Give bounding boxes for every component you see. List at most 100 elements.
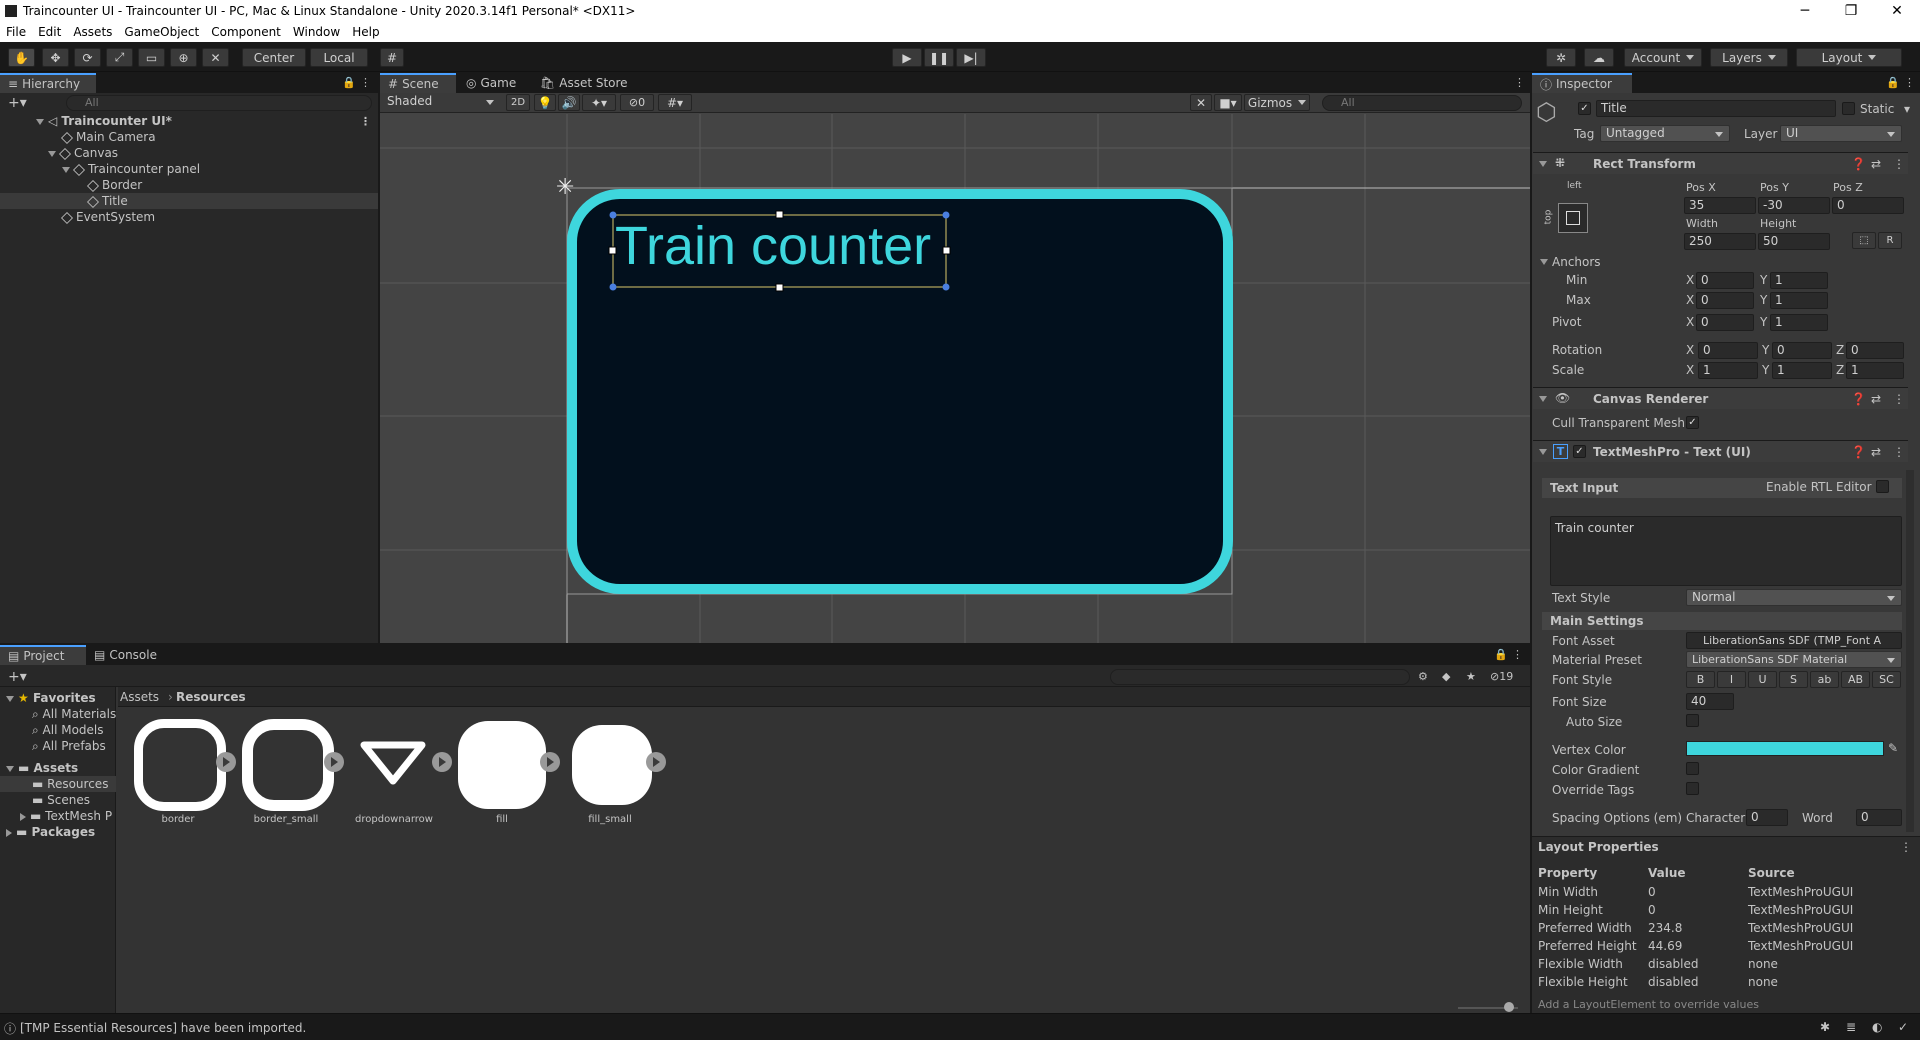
anchor-gizmo-icon[interactable]: ✳ <box>556 175 574 200</box>
font-size-input[interactable]: 40 <box>1686 693 1734 710</box>
zoom-slider-thumb[interactable] <box>1504 1002 1514 1012</box>
move-tool-icon[interactable]: ✥ <box>42 48 69 67</box>
tab-project[interactable]: ▤ Project <box>0 645 86 665</box>
minimize-icon[interactable]: ─ <box>1782 3 1828 19</box>
font-style-smallcaps-button[interactable]: SC <box>1872 671 1901 688</box>
text-style-dropdown[interactable]: Normal <box>1686 589 1902 606</box>
menu-window[interactable]: Window <box>287 25 346 39</box>
maximize-icon[interactable]: ❐ <box>1828 3 1874 19</box>
posy-input[interactable]: -30 <box>1758 197 1830 214</box>
layout-properties-menu-icon[interactable]: ⋮ <box>1900 840 1912 854</box>
object-name-input[interactable]: Title <box>1596 100 1836 117</box>
hierarchy-search-input[interactable]: All <box>66 95 372 111</box>
shading-dropdown[interactable]: Shaded <box>382 94 500 111</box>
menu-assets[interactable]: Assets <box>67 25 118 39</box>
add-icon[interactable]: +▾ <box>8 95 27 111</box>
kebab-menu-icon[interactable]: ⋮ <box>360 76 371 89</box>
auto-size-checkbox[interactable] <box>1686 714 1699 727</box>
tree-item-all-materials[interactable]: ⌕ All Materials <box>32 707 116 722</box>
database-icon[interactable]: ≣ <box>1846 1020 1856 1034</box>
posx-input[interactable]: 35 <box>1684 197 1756 214</box>
hand-tool-icon[interactable]: ✋ <box>8 48 35 67</box>
help-icon[interactable]: ❓ <box>1851 445 1866 459</box>
tab-scene[interactable]: # Scene <box>380 73 456 93</box>
tree-item-all-prefabs[interactable]: ⌕ All Prefabs <box>32 739 106 754</box>
step-button[interactable]: ▶| <box>956 48 986 67</box>
menu-help[interactable]: Help <box>346 25 385 39</box>
expand-icon[interactable] <box>62 166 70 173</box>
account-dropdown[interactable]: Account <box>1624 48 1702 67</box>
hierarchy-item-canvas[interactable]: Canvas <box>0 145 378 161</box>
anchor-presets-button[interactable] <box>1558 203 1588 233</box>
grid-snapping-icon[interactable]: #▾ <box>658 94 692 111</box>
material-preset-dropdown[interactable]: LiberationSans SDF Material <box>1686 651 1902 668</box>
component-menu-icon[interactable]: ⋮ <box>1893 157 1905 171</box>
filter-by-label-icon[interactable]: ◆ <box>1442 670 1450 683</box>
title-text[interactable]: Train counter <box>615 216 931 276</box>
breadcrumb-assets[interactable]: Assets <box>120 690 159 704</box>
close-icon[interactable]: ✕ <box>1874 3 1920 19</box>
font-style-lowercase-button[interactable]: ab <box>1810 671 1839 688</box>
tab-asset-store[interactable]: 🛍 Asset Store <box>532 73 636 93</box>
font-style-strike-button[interactable]: S <box>1779 671 1808 688</box>
expand-icon[interactable] <box>6 695 14 702</box>
lock-icon[interactable]: 🔒 <box>1886 76 1900 89</box>
text-input-area[interactable]: Train counter <box>1550 516 1902 586</box>
expand-icon[interactable] <box>48 150 56 157</box>
anchor-max-x-input[interactable]: 0 <box>1696 292 1754 309</box>
font-style-uppercase-button[interactable]: AB <box>1841 671 1870 688</box>
menu-component[interactable]: Component <box>205 25 287 39</box>
tab-inspector[interactable]: ⓘ Inspector <box>1532 73 1632 93</box>
layout-dropdown[interactable]: Layout <box>1796 48 1902 67</box>
rtl-editor-checkbox[interactable] <box>1876 480 1889 493</box>
tree-item-scenes[interactable]: ▬ Scenes <box>32 793 90 807</box>
rotation-y-input[interactable]: 0 <box>1772 342 1832 359</box>
kebab-menu-icon[interactable]: ⋮ <box>1904 76 1915 89</box>
font-style-underline-button[interactable]: U <box>1748 671 1777 688</box>
expand-icon[interactable] <box>6 765 14 772</box>
status-message[interactable]: [TMP Essential Resources] have been impo… <box>20 1021 306 1035</box>
active-checkbox[interactable]: ✓ <box>1578 102 1591 115</box>
blueprint-mode-button[interactable]: ⬚ <box>1852 232 1876 249</box>
mode-2d-button[interactable]: 2D <box>506 94 530 111</box>
layers-dropdown[interactable]: Layers <box>1710 48 1788 67</box>
expand-sprite-icon[interactable] <box>540 752 560 772</box>
create-icon[interactable]: +▾ <box>8 669 27 685</box>
inspector-scrollbar[interactable] <box>1906 470 1914 832</box>
effects-icon[interactable]: ✦▾ <box>582 94 616 111</box>
help-icon[interactable]: ❓ <box>1851 392 1866 406</box>
static-dropdown-icon[interactable]: ▾ <box>1904 102 1910 116</box>
menu-edit[interactable]: Edit <box>32 25 67 39</box>
tag-dropdown[interactable]: Untagged <box>1600 125 1730 142</box>
presets-icon[interactable]: ⇄ <box>1871 445 1881 459</box>
camera-icon[interactable]: ■▾ <box>1214 94 1242 111</box>
menu-file[interactable]: File <box>0 25 32 39</box>
lock-icon[interactable]: 🔒 <box>1494 648 1508 661</box>
pause-button[interactable]: ❚❚ <box>924 48 954 67</box>
color-gradient-checkbox[interactable] <box>1686 762 1699 775</box>
hidden-packages-toggle[interactable]: ⊘19 <box>1490 670 1513 683</box>
pivot-y-input[interactable]: 1 <box>1770 314 1828 331</box>
expand-icon[interactable] <box>36 118 44 125</box>
textmeshpro-header[interactable]: T ✓ TextMeshPro - Text (UI) ❓ ⇄ ⋮ <box>1533 440 1908 462</box>
hierarchy-item-scene[interactable]: ◁ Traincounter UI* ⋮ <box>0 113 378 129</box>
hidden-objects-toggle[interactable]: ⊘ 0 <box>620 94 654 111</box>
tree-item-resources[interactable]: ▬ Resources <box>32 777 108 791</box>
cloud-icon[interactable]: ☁ <box>1584 48 1614 67</box>
transform-tool-icon[interactable]: ⊕ <box>170 48 197 67</box>
font-style-italic-button[interactable]: I <box>1717 671 1746 688</box>
anchor-max-y-input[interactable]: 1 <box>1770 292 1828 309</box>
expand-icon[interactable] <box>20 812 26 821</box>
scene-viewport[interactable]: Train counter ✳ <box>380 114 1530 643</box>
tmp-enabled-checkbox[interactable]: ✓ <box>1573 445 1586 458</box>
pivot-center-button[interactable]: Center <box>242 48 306 67</box>
font-asset-field[interactable]: LiberationSans SDF (TMP_Font A <box>1686 632 1902 649</box>
kebab-menu-icon[interactable]: ⋮ <box>1512 648 1523 661</box>
favorite-star-icon[interactable]: ★ <box>1466 670 1476 683</box>
canvas-renderer-header[interactable]: 👁 Canvas Renderer ❓ ⇄ ⋮ <box>1533 387 1908 409</box>
rotation-x-input[interactable]: 0 <box>1698 342 1758 359</box>
expand-sprite-icon[interactable] <box>646 752 666 772</box>
check-icon[interactable]: ✓ <box>1898 1020 1908 1034</box>
scale-z-input[interactable]: 1 <box>1846 362 1904 379</box>
space-local-button[interactable]: Local <box>310 48 368 67</box>
